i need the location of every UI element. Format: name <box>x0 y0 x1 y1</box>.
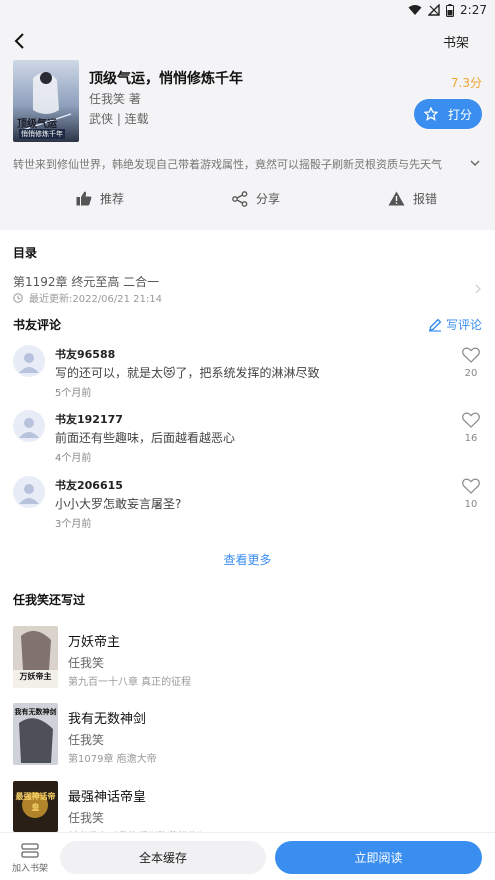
wifi-icon <box>408 5 422 15</box>
comment-text[interactable]: 小小大罗怎敢妄言屠圣? <box>55 495 181 512</box>
author-book-item[interactable]: 万妖帝主 万妖帝主 任我笑 第九百一十八章 真正的征程 <box>0 626 495 694</box>
book-item-title: 我有无数神剑 <box>68 712 147 727</box>
book-cover: 顶级气运 悄悄修炼千年 <box>13 60 79 142</box>
chevron-down-icon[interactable] <box>469 157 481 169</box>
comment-text[interactable]: 写的还可以，就是太😻了，把系统发挥的淋淋尽致 <box>55 364 320 381</box>
cache-all-button[interactable]: 全本缓存 <box>60 841 266 874</box>
status-bar: 2:27 <box>0 0 495 22</box>
like-count: 16 <box>464 433 478 444</box>
comment-item: 书友96588 写的还可以，就是太😻了，把系统发挥的淋淋尽致 5个月前 20 <box>0 345 495 405</box>
star-icon <box>423 107 438 121</box>
book-item-author: 任我笑 <box>68 733 105 747</box>
share-label: 分享 <box>256 192 281 206</box>
cover-title-text: 我有无数神剑 <box>14 707 57 716</box>
like-count: 20 <box>464 368 478 379</box>
clock-icon <box>13 292 23 303</box>
avatar[interactable] <box>13 410 45 442</box>
thumbs-up-icon <box>76 191 92 206</box>
bookshelf-icon <box>21 843 39 858</box>
back-arrow-icon[interactable] <box>10 30 32 52</box>
comment-time: 4个月前 <box>55 453 92 464</box>
book-cover-thumbnail: 最强神话帝皇 <box>13 781 58 832</box>
toc-heading: 目录 <box>13 246 38 260</box>
book-item-latest-chapter: 第1079章 庖澹大帝 <box>68 754 157 765</box>
comment-text[interactable]: 前面还有些趣味，后面越看越恶心 <box>55 429 235 446</box>
add-to-shelf-button[interactable]: 加入书架 <box>10 841 50 874</box>
heart-icon <box>462 347 480 363</box>
comments-heading: 书友评论 <box>13 318 62 332</box>
comment-time: 3个月前 <box>55 519 92 530</box>
comment-item: 书友206615 小小大罗怎敢妄言屠圣? 3个月前 10 <box>0 476 495 536</box>
pencil-icon <box>428 318 442 332</box>
bottom-bar: 加入书架 全本缓存 立即阅读 <box>0 832 495 880</box>
book-score: 7.3分 <box>450 76 482 90</box>
book-item-title: 最强神话帝皇 <box>68 790 147 805</box>
add-to-shelf-label: 加入书架 <box>11 864 48 874</box>
book-cover-thumbnail: 我有无数神剑 <box>13 703 58 765</box>
read-now-button[interactable]: 立即阅读 <box>275 841 482 874</box>
recommend-button[interactable]: 推荐 <box>76 190 124 207</box>
recommend-label: 推荐 <box>100 192 125 206</box>
battery-icon <box>446 3 455 17</box>
bookshelf-link[interactable]: 书架 <box>443 32 469 51</box>
write-comment-label: 写评论 <box>445 318 482 332</box>
book-cover-thumbnail: 万妖帝主 <box>13 626 58 688</box>
cover-subtitle-text: 悄悄修炼千年 <box>19 129 65 139</box>
signal-icon <box>428 4 440 16</box>
like-button[interactable]: 16 <box>461 412 481 444</box>
chevron-right-icon[interactable] <box>473 284 483 294</box>
toc-updated: 最近更新:2022/06/21 21:14 <box>13 290 162 305</box>
heart-icon <box>462 478 480 494</box>
book-item-latest-chapter: 第九百一十八章 真正的征程 <box>68 677 192 688</box>
cover-title-text: 顶级气运 <box>17 119 57 130</box>
write-comment-button[interactable]: 写评论 <box>428 316 482 333</box>
book-summary[interactable]: 转世来到修仙世界，韩绝发现自己带着游戏属性，竟然可以摇骰子刷新灵根资质与先天气 <box>13 156 478 172</box>
comment-item: 书友192177 前面还有些趣味，后面越看越恶心 4个月前 16 <box>0 410 495 470</box>
action-bar: 推荐 分享 报错 <box>0 190 495 214</box>
avatar[interactable] <box>13 476 45 508</box>
comment-time: 5个月前 <box>55 388 92 399</box>
avatar[interactable] <box>13 345 45 377</box>
book-item-title: 万妖帝主 <box>68 635 121 650</box>
comment-username: 书友192177 <box>55 413 123 426</box>
rate-button[interactable]: 打分 <box>414 99 482 129</box>
book-author[interactable]: 任我笑 著 <box>89 90 141 107</box>
comment-username: 书友96588 <box>55 348 116 361</box>
book-tags: 武侠 | 连载 <box>89 112 149 126</box>
report-button[interactable]: 报错 <box>388 190 437 207</box>
cover-title-text: 万妖帝主 <box>19 671 52 681</box>
like-button[interactable]: 20 <box>461 347 481 379</box>
author-book-item[interactable]: 我有无数神剑 我有无数神剑 任我笑 第1079章 庖澹大帝 <box>0 703 495 771</box>
report-label: 报错 <box>413 192 438 206</box>
warning-icon <box>388 191 405 206</box>
comment-username: 书友206615 <box>55 479 123 492</box>
status-time: 2:27 <box>460 3 487 17</box>
cover-title-text: 最强神话帝皇 <box>15 791 56 812</box>
book-item-author: 任我笑 <box>68 811 105 825</box>
share-icon <box>232 190 248 207</box>
toc-updated-text: 最近更新:2022/06/21 21:14 <box>29 294 163 305</box>
see-more-comments-link[interactable]: 查看更多 <box>0 551 495 568</box>
share-button[interactable]: 分享 <box>232 190 280 207</box>
author-books-heading: 任我笑还写过 <box>13 593 86 607</box>
like-count: 10 <box>464 499 478 510</box>
rate-label: 打分 <box>447 107 472 122</box>
like-button[interactable]: 10 <box>461 478 481 510</box>
book-item-author: 任我笑 <box>68 656 105 670</box>
toc-latest-chapter[interactable]: 第1192章 终元至高 二合一 <box>13 273 159 290</box>
heart-icon <box>462 412 480 428</box>
book-title: 顶级气运，悄悄修炼千年 <box>89 71 243 87</box>
